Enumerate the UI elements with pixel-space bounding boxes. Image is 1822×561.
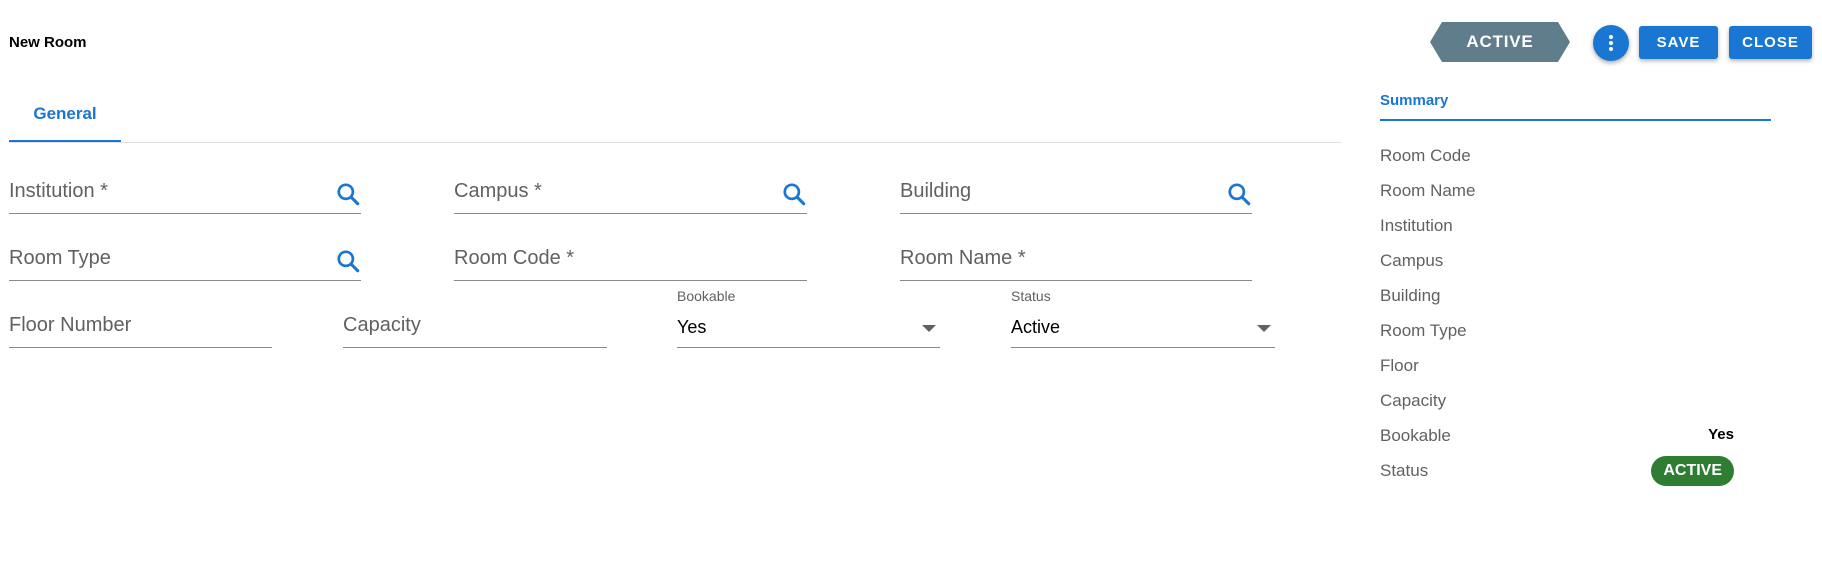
summary-row-floor: Floor — [1380, 354, 1734, 378]
summary-row-capacity: Capacity — [1380, 389, 1734, 413]
bookable-value: Yes — [677, 317, 707, 337]
summary-row-room-name: Room Name — [1380, 179, 1734, 203]
save-button[interactable]: SAVE — [1639, 26, 1718, 59]
more-options-button[interactable] — [1593, 25, 1629, 61]
building-field[interactable]: Building — [900, 166, 1252, 214]
room-name-label: Room Name * — [900, 247, 1026, 269]
close-button[interactable]: CLOSE — [1729, 26, 1812, 59]
chevron-down-icon — [1257, 325, 1271, 332]
summary-row-institution: Institution — [1380, 214, 1734, 238]
summary-row-room-code: Room Code — [1380, 144, 1734, 168]
bookable-select[interactable]: Bookable Yes — [677, 288, 940, 348]
campus-field[interactable]: Campus * — [454, 166, 807, 214]
bookable-label: Bookable — [677, 288, 736, 304]
summary-key: Building — [1380, 286, 1441, 305]
room-editor: New Room ACTIVE SAVE CLOSE General Insti… — [0, 0, 1822, 561]
capacity-label: Capacity — [343, 314, 421, 336]
institution-field[interactable]: Institution * — [9, 166, 361, 214]
page-title: New Room — [9, 34, 87, 51]
room-type-field[interactable]: Room Type — [9, 233, 361, 281]
search-icon[interactable] — [335, 181, 361, 207]
summary-title: Summary — [1380, 92, 1449, 109]
search-icon[interactable] — [781, 181, 807, 207]
summary-row-status: Status ACTIVE — [1380, 456, 1734, 486]
room-code-label: Room Code * — [454, 247, 575, 269]
tab-general[interactable]: General — [9, 88, 121, 142]
summary-key: Bookable — [1380, 426, 1451, 445]
building-label: Building — [900, 180, 972, 202]
room-type-label: Room Type — [9, 247, 111, 269]
status-label: Status — [1011, 288, 1051, 304]
status-ribbon: ACTIVE — [1430, 22, 1570, 62]
more-vertical-icon — [1609, 35, 1613, 51]
capacity-field[interactable]: Capacity — [343, 300, 607, 348]
status-select[interactable]: Status Active — [1011, 288, 1275, 348]
institution-label: Institution * — [9, 180, 108, 202]
summary-value: Yes — [1708, 426, 1734, 443]
room-name-field[interactable]: Room Name * — [900, 233, 1252, 281]
summary-key: Capacity — [1380, 391, 1447, 410]
summary-key: Floor — [1380, 356, 1419, 375]
summary-key: Campus — [1380, 251, 1444, 270]
summary-row-building: Building — [1380, 284, 1734, 308]
summary-key: Room Name — [1380, 181, 1476, 200]
floor-number-label: Floor Number — [9, 314, 132, 336]
summary-divider — [1380, 119, 1771, 121]
status-value: Active — [1011, 317, 1061, 337]
search-icon[interactable] — [335, 248, 361, 274]
summary-key: Room Type — [1380, 321, 1467, 340]
summary-row-room-type: Room Type — [1380, 319, 1734, 343]
campus-label: Campus * — [454, 180, 542, 202]
tab-divider — [9, 142, 1341, 143]
summary-row-bookable: Bookable Yes — [1380, 424, 1734, 448]
summary-key: Room Code — [1380, 146, 1471, 165]
chevron-down-icon — [922, 325, 936, 332]
status-badge: ACTIVE — [1651, 456, 1734, 486]
summary-key: Status — [1380, 461, 1429, 480]
summary-key: Institution — [1380, 216, 1453, 235]
summary-row-campus: Campus — [1380, 249, 1734, 273]
room-code-field[interactable]: Room Code * — [454, 233, 807, 281]
search-icon[interactable] — [1226, 181, 1252, 207]
floor-number-field[interactable]: Floor Number — [9, 300, 272, 348]
